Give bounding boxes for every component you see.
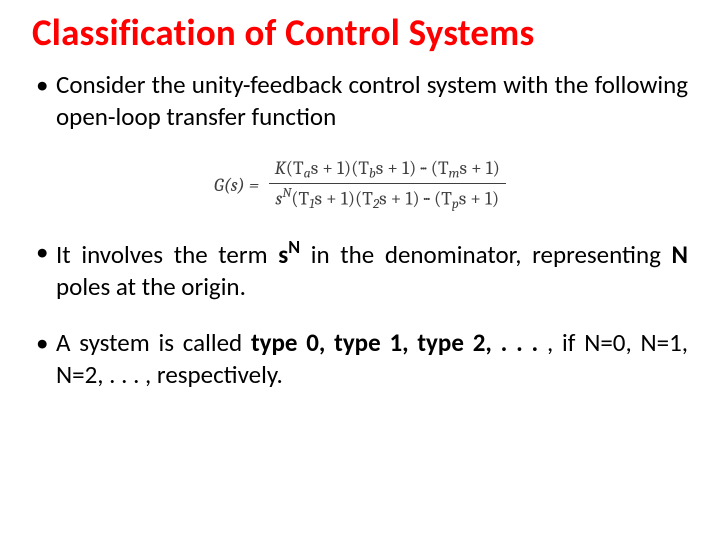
- b2-N-bold: N: [672, 239, 688, 270]
- num-f1-post: s + 1): [311, 157, 351, 179]
- b3-type2: type 2,: [417, 327, 500, 358]
- num-f1-pre: (T: [286, 157, 304, 179]
- term-sN: sN: [278, 239, 300, 270]
- den-f2-post: s + 1): [379, 188, 419, 210]
- equation-block: G(s) = K(Tas + 1)(Tbs + 1) ··· (Tms + 1)…: [32, 157, 688, 212]
- den-f3-pre: (T: [434, 188, 452, 210]
- bullet-list: Consider the unity-feedback control syst…: [32, 69, 688, 133]
- num-f3-sub: m: [449, 166, 460, 181]
- den-f3-sub: p: [452, 197, 459, 212]
- slide: Classification of Control Systems Consid…: [0, 0, 720, 540]
- bullet-2: It involves the term sN in the denominat…: [32, 236, 688, 303]
- b3-dots: . . .: [501, 327, 547, 358]
- slide-title: Classification of Control Systems: [32, 10, 688, 55]
- bullet-list-2: It involves the term sN in the denominat…: [32, 236, 688, 391]
- bullet-3: A system is called type 0, type 1, type …: [32, 327, 688, 391]
- den-N: N: [282, 186, 291, 201]
- term-s: s: [278, 239, 288, 270]
- term-N: N: [288, 236, 300, 258]
- den-f3-post: s + 1): [459, 188, 499, 210]
- den-f1-pre: (T: [291, 188, 309, 210]
- b3-type1: type 1,: [334, 327, 417, 358]
- bullet-1-text: Consider the unity-feedback control syst…: [56, 69, 688, 132]
- num-f3-pre: (T: [431, 157, 449, 179]
- equation-denominator: sN(T1s + 1)(T2s + 1) ··· (Tps + 1): [269, 183, 506, 212]
- num-dots: ···: [416, 157, 430, 179]
- b3-type0: type 0,: [251, 327, 334, 358]
- b3-pre: A system is called: [56, 327, 251, 358]
- den-f1-post: s + 1): [315, 188, 355, 210]
- den-f2-pre: (T: [355, 188, 373, 210]
- num-f1-sub: a: [304, 166, 311, 181]
- b2-mid: in the denominator, representing: [300, 239, 671, 270]
- b2-post: poles at the origin.: [56, 271, 246, 302]
- equation-fraction: K(Tas + 1)(Tbs + 1) ··· (Tms + 1) sN(T1s…: [269, 157, 506, 212]
- den-dots: ···: [420, 188, 434, 210]
- b2-pre: It involves the term: [56, 239, 278, 270]
- equation-lhs: G(s) =: [214, 174, 259, 196]
- num-f2-sub: b: [369, 166, 376, 181]
- num-f2-pre: (T: [351, 157, 369, 179]
- equation-numerator: K(Tas + 1)(Tbs + 1) ··· (Tms + 1): [269, 157, 506, 183]
- num-K: K: [275, 157, 286, 179]
- bullet-1: Consider the unity-feedback control syst…: [32, 69, 688, 133]
- num-f2-post: s + 1): [376, 157, 416, 179]
- num-f3-post: s + 1): [459, 157, 499, 179]
